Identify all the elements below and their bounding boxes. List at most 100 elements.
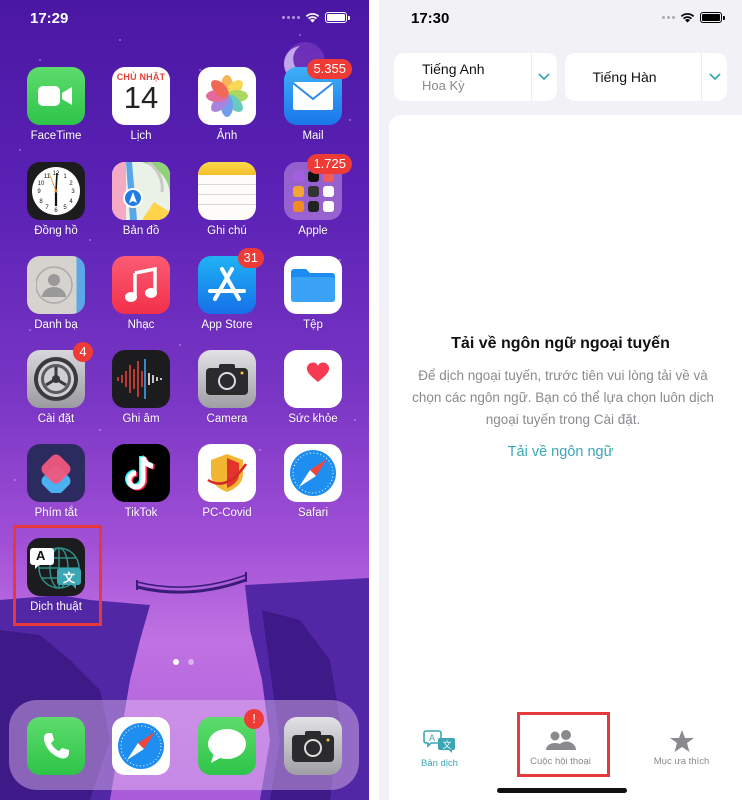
app-calendar[interactable]: CHỦ NHẬT 14 Lịch (112, 67, 170, 142)
svg-text:文: 文 (442, 739, 451, 751)
apple-folder-icon-wrap: 1.725 (284, 154, 352, 220)
tab-translation[interactable]: A 文 Bản dịch (379, 720, 500, 780)
voice-memos-icon (112, 350, 170, 408)
app-label: Tệp (303, 319, 323, 331)
camera-icon (284, 717, 342, 775)
translate-app-screen: 17:30 #translate .battery::after{backgro… (379, 0, 742, 800)
notification-badge: 5.355 (307, 59, 352, 79)
app-settings[interactable]: 4 Cài đặt (27, 342, 93, 425)
app-label: Bản đồ (122, 225, 160, 237)
dock-app-camera[interactable] (284, 717, 342, 775)
app-label: FaceTime (30, 130, 82, 142)
health-icon (284, 350, 342, 408)
notes-icon (198, 162, 256, 220)
app-label: PC-Covid (202, 507, 252, 519)
dock-app-messages[interactable]: ! (198, 709, 264, 775)
shortcuts-icon (27, 444, 85, 502)
empty-state-description: Để dịch ngoại tuyến, trước tiên vui lòng… (412, 368, 714, 427)
target-language-text: Tiếng Hàn (565, 53, 702, 101)
source-language-dropdown[interactable] (530, 53, 557, 101)
mail-icon-wrap: 5.355 (284, 59, 352, 125)
app-label: Cài đặt (37, 413, 75, 425)
app-mail[interactable]: 5.355 Mail (284, 59, 352, 142)
battery-icon (325, 12, 350, 23)
chevron-down-icon (538, 73, 550, 81)
app-camera[interactable]: Camera (198, 350, 256, 425)
camera-icon (198, 350, 256, 408)
settings-icon-wrap: 4 (27, 342, 93, 408)
battery-icon (700, 12, 725, 23)
tab-label: Mục ưa thích (653, 756, 710, 767)
language-selector-row: Tiếng Anh Hoa Kỳ Tiếng Hàn (394, 53, 727, 101)
app-health[interactable]: Sức khỏe (284, 350, 342, 425)
wifi-icon (305, 13, 320, 23)
source-language-region: Hoa Kỳ (422, 78, 465, 93)
svg-text:10: 10 (38, 181, 45, 187)
status-time: 17:29 (30, 10, 69, 27)
app-pc-covid[interactable]: PC-Covid (198, 444, 256, 519)
maps-icon (112, 162, 170, 220)
page-dot (188, 659, 194, 665)
clock-icon: 12 3 6 9 1245 7 8 10 11 (27, 162, 85, 220)
app-label: Nhạc (127, 319, 155, 331)
svg-text:A: A (429, 733, 435, 743)
tiktok-icon (112, 444, 170, 502)
app-files[interactable]: Tệp (284, 256, 342, 331)
signal-icon (662, 16, 675, 19)
safari-icon (284, 444, 342, 502)
page-dot-active (173, 659, 179, 665)
empty-state-title: Tải về ngôn ngữ ngoại tuyến (451, 335, 670, 352)
notification-badge: ! (244, 709, 264, 729)
star-icon (669, 730, 694, 752)
app-clock[interactable]: 12 3 6 9 1245 7 8 10 11 Đồng hồ (27, 162, 85, 237)
music-icon (112, 256, 170, 314)
tab-label: Bản dịch (421, 758, 458, 769)
source-language-name: Tiếng Anh (422, 61, 485, 77)
files-icon (284, 256, 342, 314)
app-label: Lịch (130, 130, 152, 142)
app-shortcuts[interactable]: Phím tắt (27, 444, 85, 519)
app-label: Ghi chú (207, 225, 247, 237)
target-language-dropdown[interactable] (701, 53, 727, 101)
app-facetime[interactable]: FaceTime (27, 67, 85, 142)
app-label: Danh bạ (34, 319, 78, 331)
app-safari[interactable]: Safari (284, 444, 342, 519)
app-label: Camera (206, 413, 248, 425)
status-icons (282, 12, 350, 23)
chevron-down-icon (708, 73, 721, 81)
target-language-button[interactable]: Tiếng Hàn (564, 53, 727, 101)
home-screen: 17:29 #home .battery::after{background:#… (0, 0, 369, 800)
calendar-icon: CHỦ NHẬT 14 (112, 67, 170, 125)
notification-badge: 1.725 (307, 154, 352, 174)
facetime-icon (27, 67, 85, 125)
tab-favorites[interactable]: Mục ưa thích (621, 720, 742, 780)
app-photos[interactable]: Ảnh (198, 67, 256, 142)
app-label: Apple (298, 225, 328, 237)
app-app-store[interactable]: 31 App Store (198, 248, 264, 331)
signal-icon (282, 16, 300, 19)
app-maps[interactable]: Bản đồ (112, 162, 170, 237)
download-languages-link[interactable]: Tải về ngôn ngữ (379, 444, 742, 460)
messages-icon-wrap: ! (198, 709, 264, 775)
app-label: App Store (201, 319, 253, 331)
dock-app-safari[interactable] (112, 717, 170, 775)
app-voice-memos[interactable]: Ghi âm (112, 350, 170, 425)
app-notes[interactable]: Ghi chú (198, 162, 256, 237)
notification-badge: 4 (73, 342, 93, 362)
app-label: Đồng hồ (34, 225, 78, 237)
dock-app-phone[interactable] (27, 717, 85, 775)
app-music[interactable]: Nhạc (112, 256, 170, 331)
status-time: 17:30 (411, 10, 450, 27)
source-language-button[interactable]: Tiếng Anh Hoa Kỳ (394, 53, 557, 101)
page-indicator[interactable] (173, 659, 194, 665)
app-contacts[interactable]: Danh bạ (27, 256, 85, 331)
home-indicator[interactable] (497, 788, 627, 793)
app-label: Mail (302, 130, 324, 142)
contacts-icon (27, 256, 85, 314)
status-icons (662, 12, 725, 23)
app-tiktok[interactable]: TikTok (112, 444, 170, 519)
app-store-icon-wrap: 31 (198, 248, 264, 314)
app-label: Ảnh (216, 130, 238, 142)
translate-tab-icon: A 文 (422, 730, 455, 753)
app-apple-folder[interactable]: 1.725 Apple (284, 154, 352, 237)
